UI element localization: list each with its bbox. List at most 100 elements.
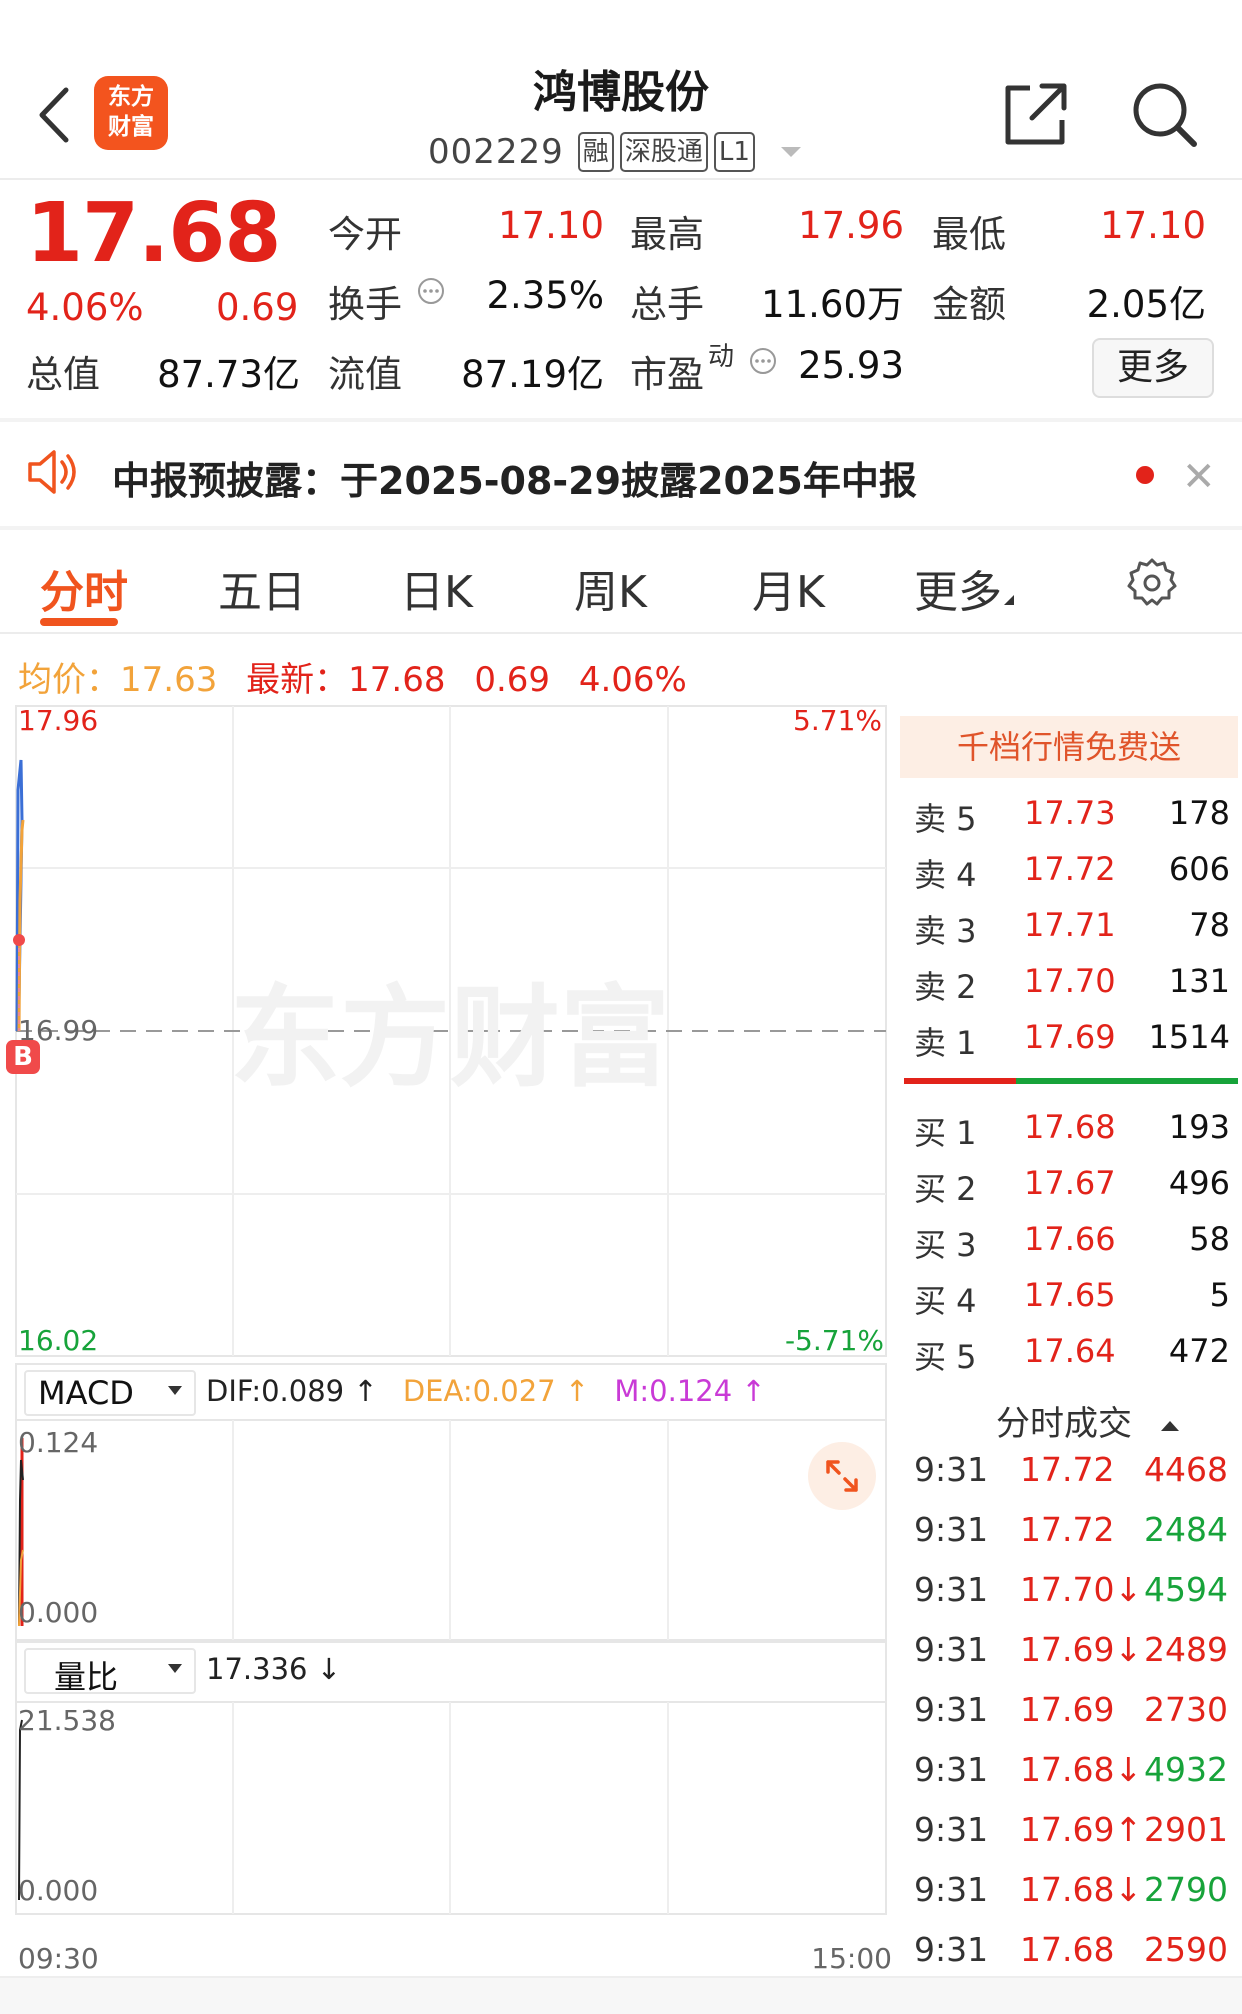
ask-row[interactable]: 卖 2 17.70 131 [914, 954, 1230, 1010]
ask-price: 17.69 [1024, 1018, 1116, 1056]
tab-daily-k[interactable]: 日K [400, 556, 473, 620]
tick-volume: 2484 [1144, 1510, 1228, 1549]
bid-row[interactable]: 买 5 17.64 472 [914, 1324, 1230, 1380]
volume-ratio-value: 17.336 ↓ [206, 1652, 341, 1686]
bid-row[interactable]: 买 3 17.66 58 [914, 1212, 1230, 1268]
ticks-title[interactable]: 分时成交 [996, 1396, 1179, 1445]
tick-row: 9:31 17.69↓ 2489 [914, 1624, 1228, 1684]
ask-row[interactable]: 卖 4 17.72 606 [914, 842, 1230, 898]
order-book-promo[interactable]: 千档行情免费送 [900, 716, 1238, 778]
volume-ratio-line [18, 1719, 23, 1901]
ask-price: 17.72 [1024, 850, 1116, 888]
ticks-title-label: 分时成交 [996, 1404, 1132, 1444]
amount-value: 2.05亿 [1086, 283, 1206, 326]
pe-sup: 动 [708, 342, 735, 372]
tick-volume: 4468 [1144, 1450, 1228, 1489]
tick-time: 9:31 [914, 1930, 989, 1969]
ask-row[interactable]: 卖 1 17.69 1514 [914, 1010, 1230, 1066]
low-label: 最低 [932, 213, 1006, 256]
stock-code: 002229 [428, 132, 564, 172]
bottom-bar [0, 1978, 1242, 2014]
volume-ratio-y-bottom: 0.000 [18, 1874, 99, 1907]
tick-row: 9:31 17.68↓ 2790 [914, 1864, 1228, 1924]
tick-price: 17.68 [1020, 1930, 1115, 1969]
tick-volume: 2489 [1144, 1630, 1228, 1669]
tab-more-label: 更多 [914, 567, 1002, 618]
bid-volume: 58 [1189, 1220, 1230, 1258]
latest-change-pct: 4.06% [578, 660, 687, 700]
info-icon[interactable] [416, 276, 446, 306]
ask-label: 卖 5 [914, 800, 977, 838]
volume-label: 总手 [630, 283, 704, 326]
market-cap-value: 87.73亿 [157, 353, 300, 396]
change-pct: 4.06% [26, 286, 144, 329]
chevron-down-icon[interactable] [780, 147, 801, 157]
ask-row[interactable]: 卖 5 17.73 178 [914, 786, 1230, 842]
bid-volume: 193 [1168, 1108, 1230, 1146]
chevron-up-icon [1160, 1420, 1179, 1431]
avg-price-value: 17.63 [120, 660, 218, 700]
stock-code-row[interactable]: 002229 融 深股通 L1 [428, 130, 801, 174]
bid-label: 买 3 [914, 1226, 977, 1264]
tab-intraday[interactable]: 分时 [40, 556, 128, 620]
macd-values: DIF:0.089 ↑ DEA:0.027 ↑ M:0.124 ↑ [206, 1374, 766, 1408]
ask-price: 17.73 [1024, 794, 1116, 832]
share-icon[interactable] [1000, 78, 1072, 150]
tab-weekly-k[interactable]: 周K [574, 556, 647, 620]
tick-row: 9:31 17.72 2484 [914, 1504, 1228, 1564]
tick-price: 17.69 [1020, 1690, 1115, 1729]
tick-volume: 2790 [1144, 1870, 1228, 1909]
macd-selector[interactable]: MACD [24, 1370, 196, 1416]
tick-time: 9:31 [914, 1510, 989, 1549]
y-axis-top: 17.96 [18, 704, 99, 737]
expand-chart-button[interactable] [808, 1442, 876, 1510]
more-button[interactable]: 更多 [1092, 338, 1214, 398]
bid-row[interactable]: 买 1 17.68 193 [914, 1100, 1230, 1156]
ask-row[interactable]: 卖 3 17.71 78 [914, 898, 1230, 954]
close-icon[interactable]: ✕ [1182, 454, 1216, 500]
float-cap-label: 流值 [328, 353, 402, 396]
tick-row: 9:31 17.69↑ 2901 [914, 1804, 1228, 1864]
tick-price: 17.72 [1020, 1450, 1115, 1489]
tick-time: 9:31 [914, 1450, 989, 1489]
bid-row[interactable]: 买 2 17.67 496 [914, 1156, 1230, 1212]
time-axis-end: 15:00 [811, 1942, 892, 1975]
tick-price: 17.69↑ [1020, 1810, 1143, 1849]
bid-price: 17.65 [1024, 1276, 1116, 1314]
tick-row: 9:31 17.72 4468 [914, 1444, 1228, 1504]
tick-time: 9:31 [914, 1810, 989, 1849]
pe-value: 25.93 [798, 344, 904, 387]
pct-axis-bottom: -5.71% [784, 1324, 884, 1357]
float-cap-value: 87.19亿 [461, 353, 604, 396]
notice-text[interactable]: 中报预披露：于2025-08-29披露2025年中报 [112, 450, 917, 505]
tag-margin: 融 [577, 132, 614, 172]
info-icon[interactable] [748, 346, 778, 376]
low-value: 17.10 [1100, 204, 1206, 247]
tab-more[interactable]: 更多 [914, 556, 1016, 620]
tick-row: 9:31 17.70↓ 4594 [914, 1564, 1228, 1624]
buy-marker-badge[interactable]: B [6, 1040, 40, 1074]
tab-five-day[interactable]: 五日 [218, 556, 306, 620]
bid-row[interactable]: 买 4 17.65 5 [914, 1268, 1230, 1324]
tab-monthly-k[interactable]: 月K [752, 556, 825, 620]
ask-label: 卖 2 [914, 968, 977, 1006]
header: 东方 财富 鸿博股份 002229 融 深股通 L1 [0, 0, 1242, 182]
tick-price: 17.68↓ [1020, 1870, 1143, 1909]
tick-volume: 2901 [1144, 1810, 1228, 1849]
change-value: 0.69 [216, 286, 299, 329]
search-icon[interactable] [1128, 78, 1200, 150]
turnover-value: 2.35% [486, 274, 604, 317]
volume-ratio-y-top: 21.538 [18, 1704, 116, 1737]
bid-label: 买 1 [914, 1114, 977, 1152]
volume-ratio-selector-label: 量比 [54, 1658, 119, 1696]
price-marker-dot [13, 934, 25, 946]
ask-volume: 606 [1168, 850, 1230, 888]
gear-icon[interactable] [1126, 556, 1178, 608]
macd-dea: DEA:0.027 ↑ [402, 1374, 590, 1408]
notice-unread-dot [1136, 466, 1154, 484]
latest-change: 0.69 [474, 660, 551, 700]
tick-time: 9:31 [914, 1870, 989, 1909]
volume-ratio-selector[interactable]: 量比 [24, 1648, 196, 1696]
pct-axis-top: 5.71% [793, 704, 882, 737]
ask-volume: 78 [1189, 906, 1230, 944]
